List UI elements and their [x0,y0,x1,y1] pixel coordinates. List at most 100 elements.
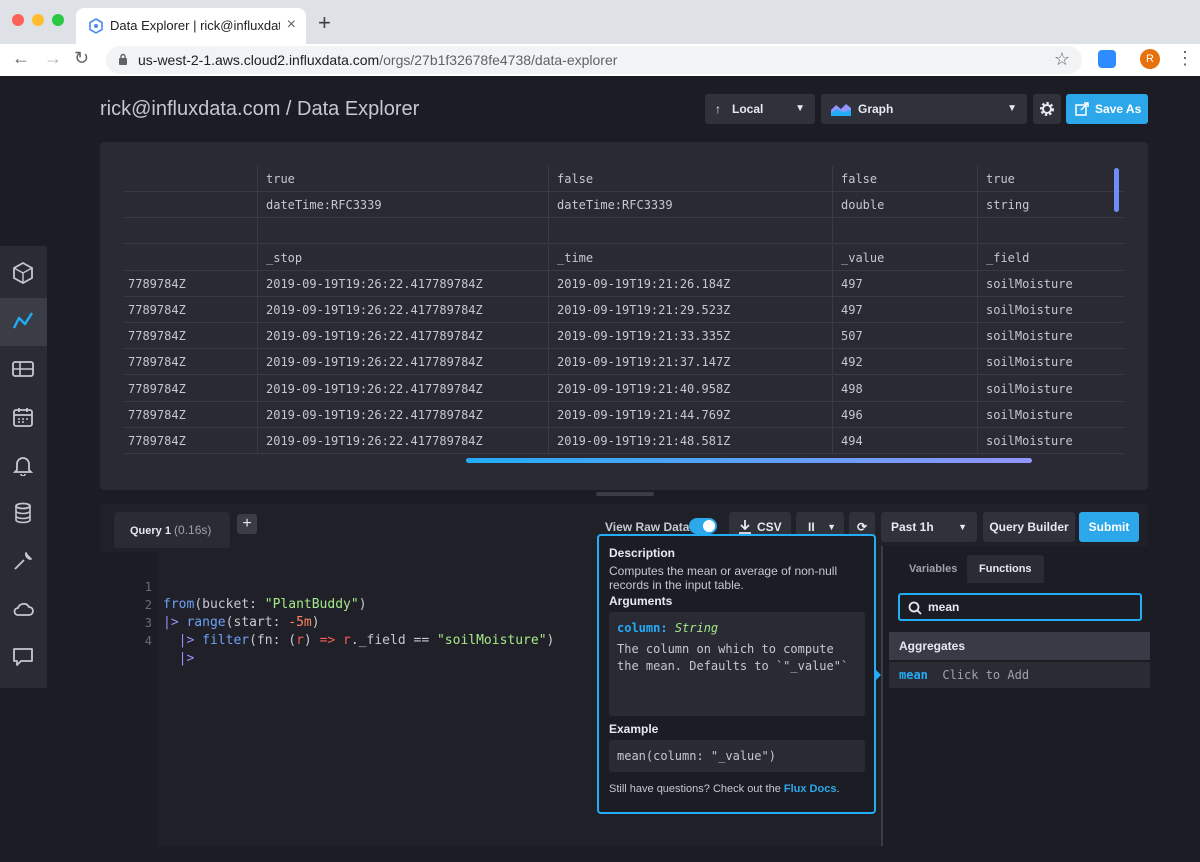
table-cell: soilMoisture [977,349,1124,376]
sidebar-item-feedback[interactable] [0,634,47,682]
table-row: 7789784Z 2019-09-19T19:26:22.417789784Z 20… [124,323,1124,350]
database-icon [15,502,31,524]
sidebar-item-alerts[interactable] [0,442,47,490]
close-tab-icon[interactable]: × [287,16,296,34]
table-cell: string [977,192,1124,219]
page-title: rick@influxdata.com / Data Explorer [100,98,420,120]
feedback-icon [13,648,33,666]
code-line: 1 from(bucket: "PlantBuddy") [100,560,367,612]
view-raw-data-toggle[interactable] [689,518,717,534]
table-cell: 2019-09-19T19:26:22.417789784Z [257,401,548,428]
sidebar-item-cloud[interactable] [0,586,47,634]
query-tab[interactable]: Query 1 (0.16s) [114,512,230,548]
table-cell: 7789784Z [128,407,186,422]
influx-logo-icon [13,262,33,284]
query-builder-button[interactable]: Query Builder [983,512,1075,542]
table-cell: 2019-09-19T19:21:48.581Z [548,428,832,454]
function-search-input[interactable]: mean [898,593,1142,621]
table-cell: 7789784Z [128,381,186,396]
tooltip-footer: Still have questions? Check out the Flux… [609,782,865,796]
graph-type-dropdown[interactable]: Graph ▼ [821,94,1027,124]
reload-icon[interactable]: ↻ [74,48,89,69]
table-cell [124,166,257,192]
table-cell: soilMoisture [977,323,1124,350]
add-query-button[interactable]: + [237,514,257,534]
zoom-extension-icon[interactable] [1098,50,1116,68]
sidebar-item-settings[interactable] [0,538,47,586]
browser-tab-title: Data Explorer | rick@influxdata.com [110,18,280,33]
lock-icon [119,53,127,65]
table-cell [257,218,548,245]
table-cell [832,218,977,245]
table-cell: soilMoisture [977,375,1124,402]
time-range-dropdown[interactable]: Past 1h ▼ [881,512,977,542]
tab-functions[interactable]: Functions [967,555,1044,583]
bookmark-star-icon[interactable]: ☆ [1054,49,1070,70]
description-text: Computes the mean or average of non-null… [609,564,838,592]
save-as-button[interactable]: Save As [1066,94,1148,124]
tab-variables[interactable]: Variables [897,555,969,583]
close-window-button[interactable] [12,14,24,26]
back-icon[interactable]: ← [12,48,30,69]
address-bar[interactable]: us-west-2-1.aws.cloud2.influxdata.com/or… [106,46,1082,74]
minimize-window-button[interactable] [32,14,44,26]
argument-name: column: [617,621,668,635]
panel-resize-handle[interactable] [596,492,654,496]
code-line: 3 |> filter(fn: (r) => r._field == "soil… [100,596,555,648]
clock-icon: ↑ [715,102,721,116]
chevron-down-icon: ▼ [958,522,967,532]
table-cell: 2019-09-19T19:21:29.523Z [548,297,832,323]
footer-text: Still have questions? Check out the [609,783,784,795]
submit-button[interactable]: Submit [1079,512,1139,542]
table-cell: 7789784Z [128,355,186,370]
local-dropdown[interactable]: ↑ Local ▼ [705,94,815,124]
table-cell: double [832,192,977,219]
sidebar-item-dashboards[interactable] [0,346,47,394]
graph-type-icon [831,104,851,116]
table-row: 7789784Z 2019-09-19T19:26:22.417789784Z 20… [124,428,1124,454]
profile-avatar[interactable]: R [1140,49,1160,69]
vertical-scrollbar[interactable] [1114,168,1119,212]
browser-tab-active[interactable]: Data Explorer | rick@influxdata.com × [76,8,306,44]
url-path: /orgs/27b1f32678fe4738/data-explorer [379,52,618,68]
search-icon [908,601,922,615]
sidebar-item-data-explorer[interactable] [0,298,47,346]
flux-docs-link[interactable]: Flux Docs [784,783,837,795]
table-cell: _stop [257,244,548,271]
table-cell [548,218,832,245]
browser-tab-bar: Data Explorer | rick@influxdata.com × + [0,0,1200,44]
table-cell: 497 [832,297,977,323]
table-cell: false [832,166,977,192]
sidebar-item-buckets[interactable] [0,490,47,538]
function-item-mean[interactable]: mean Click to Add [889,662,1150,688]
wrench-icon [14,552,32,570]
browser-menu-icon[interactable]: ⋮ [1176,49,1194,67]
table-cell: 2019-09-19T19:21:26.184Z [548,270,832,297]
argument-signature: column: String [617,620,857,637]
table-row: 7789784Z 2019-09-19T19:26:22.417789784Z 20… [124,297,1124,323]
chevron-down-icon: ▼ [795,103,805,114]
table-cell: 2019-09-19T19:21:37.147Z [548,349,832,376]
footer-end: . [836,783,840,795]
pause-icon: II [808,520,815,534]
gear-icon [1040,102,1054,116]
table-cell: 2019-09-19T19:21:40.958Z [548,375,832,402]
influx-app: rick@influxdata.com / Data Explorer ↑ Lo… [0,76,1200,862]
sidebar-item-home[interactable] [0,250,47,298]
url-host: us-west-2-1.aws.cloud2.influxdata.com [138,52,380,68]
table-cell: 7789784Z [128,329,186,344]
table-row: 7789784Z 2019-09-19T19:26:22.417789784Z 20… [124,270,1124,297]
maximize-window-button[interactable] [52,14,64,26]
code-text: from(bucket: "PlantBuddy") [163,597,367,612]
table-cell: 2019-09-19T19:21:33.335Z [548,323,832,350]
export-icon [1075,102,1089,116]
forward-icon[interactable]: → [44,48,62,69]
chevron-down-icon: ▼ [1007,103,1017,114]
new-tab-button[interactable]: + [318,10,331,36]
sidebar-item-tasks[interactable] [0,394,47,442]
horizontal-scrollbar[interactable] [466,458,1032,463]
settings-button[interactable] [1033,94,1061,124]
functions-panel: Variables Functions mean Aggregates mean… [881,546,1150,846]
table-cell: true [977,166,1124,192]
table-row: 7789784Z 2019-09-19T19:26:22.417789784Z 20… [124,375,1124,402]
